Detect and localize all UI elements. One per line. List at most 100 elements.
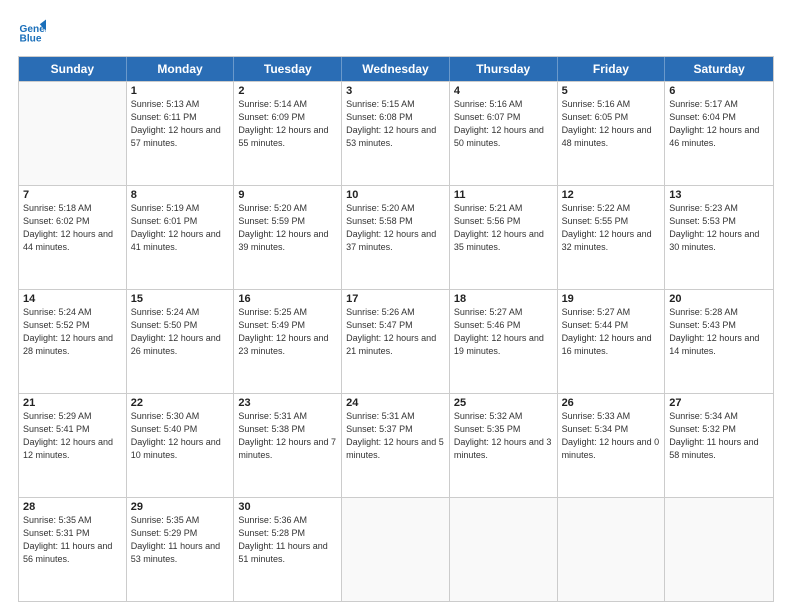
header-day-sunday: Sunday [19, 57, 127, 81]
calendar-row-3: 21Sunrise: 5:29 AMSunset: 5:41 PMDayligh… [19, 393, 773, 497]
day-number: 9 [238, 189, 337, 201]
svg-text:Blue: Blue [20, 33, 42, 44]
sun-info: Sunrise: 5:19 AMSunset: 6:01 PMDaylight:… [131, 202, 230, 254]
day-number: 22 [131, 397, 230, 409]
calendar-cell [450, 498, 558, 601]
sun-info: Sunrise: 5:29 AMSunset: 5:41 PMDaylight:… [23, 410, 122, 462]
sun-info: Sunrise: 5:24 AMSunset: 5:50 PMDaylight:… [131, 306, 230, 358]
sun-info: Sunrise: 5:35 AMSunset: 5:29 PMDaylight:… [131, 514, 230, 566]
day-number: 5 [562, 85, 661, 97]
sun-info: Sunrise: 5:18 AMSunset: 6:02 PMDaylight:… [23, 202, 122, 254]
calendar-cell: 6Sunrise: 5:17 AMSunset: 6:04 PMDaylight… [665, 82, 773, 185]
sun-info: Sunrise: 5:34 AMSunset: 5:32 PMDaylight:… [669, 410, 769, 462]
calendar-cell: 11Sunrise: 5:21 AMSunset: 5:56 PMDayligh… [450, 186, 558, 289]
header-day-friday: Friday [558, 57, 666, 81]
sun-info: Sunrise: 5:30 AMSunset: 5:40 PMDaylight:… [131, 410, 230, 462]
day-number: 28 [23, 501, 122, 513]
sun-info: Sunrise: 5:27 AMSunset: 5:46 PMDaylight:… [454, 306, 553, 358]
sun-info: Sunrise: 5:17 AMSunset: 6:04 PMDaylight:… [669, 98, 769, 150]
day-number: 16 [238, 293, 337, 305]
sun-info: Sunrise: 5:13 AMSunset: 6:11 PMDaylight:… [131, 98, 230, 150]
calendar-row-0: 1Sunrise: 5:13 AMSunset: 6:11 PMDaylight… [19, 81, 773, 185]
sun-info: Sunrise: 5:31 AMSunset: 5:37 PMDaylight:… [346, 410, 445, 462]
sun-info: Sunrise: 5:16 AMSunset: 6:05 PMDaylight:… [562, 98, 661, 150]
calendar-cell: 28Sunrise: 5:35 AMSunset: 5:31 PMDayligh… [19, 498, 127, 601]
sun-info: Sunrise: 5:21 AMSunset: 5:56 PMDaylight:… [454, 202, 553, 254]
calendar-cell [342, 498, 450, 601]
sun-info: Sunrise: 5:14 AMSunset: 6:09 PMDaylight:… [238, 98, 337, 150]
sun-info: Sunrise: 5:24 AMSunset: 5:52 PMDaylight:… [23, 306, 122, 358]
day-number: 27 [669, 397, 769, 409]
calendar-cell: 13Sunrise: 5:23 AMSunset: 5:53 PMDayligh… [665, 186, 773, 289]
sun-info: Sunrise: 5:23 AMSunset: 5:53 PMDaylight:… [669, 202, 769, 254]
header: General Blue [18, 18, 774, 46]
calendar-header: SundayMondayTuesdayWednesdayThursdayFrid… [19, 57, 773, 81]
sun-info: Sunrise: 5:22 AMSunset: 5:55 PMDaylight:… [562, 202, 661, 254]
calendar-cell: 26Sunrise: 5:33 AMSunset: 5:34 PMDayligh… [558, 394, 666, 497]
calendar-cell: 22Sunrise: 5:30 AMSunset: 5:40 PMDayligh… [127, 394, 235, 497]
calendar-cell: 14Sunrise: 5:24 AMSunset: 5:52 PMDayligh… [19, 290, 127, 393]
day-number: 6 [669, 85, 769, 97]
header-day-tuesday: Tuesday [234, 57, 342, 81]
calendar-cell: 4Sunrise: 5:16 AMSunset: 6:07 PMDaylight… [450, 82, 558, 185]
day-number: 10 [346, 189, 445, 201]
day-number: 12 [562, 189, 661, 201]
day-number: 24 [346, 397, 445, 409]
day-number: 18 [454, 293, 553, 305]
day-number: 20 [669, 293, 769, 305]
logo-icon: General Blue [18, 18, 46, 46]
day-number: 2 [238, 85, 337, 97]
logo: General Blue [18, 18, 46, 46]
calendar-cell [19, 82, 127, 185]
calendar-row-1: 7Sunrise: 5:18 AMSunset: 6:02 PMDaylight… [19, 185, 773, 289]
day-number: 21 [23, 397, 122, 409]
calendar-cell: 10Sunrise: 5:20 AMSunset: 5:58 PMDayligh… [342, 186, 450, 289]
calendar-cell: 20Sunrise: 5:28 AMSunset: 5:43 PMDayligh… [665, 290, 773, 393]
header-day-thursday: Thursday [450, 57, 558, 81]
calendar-cell: 24Sunrise: 5:31 AMSunset: 5:37 PMDayligh… [342, 394, 450, 497]
day-number: 11 [454, 189, 553, 201]
calendar: SundayMondayTuesdayWednesdayThursdayFrid… [18, 56, 774, 602]
sun-info: Sunrise: 5:31 AMSunset: 5:38 PMDaylight:… [238, 410, 337, 462]
day-number: 1 [131, 85, 230, 97]
sun-info: Sunrise: 5:16 AMSunset: 6:07 PMDaylight:… [454, 98, 553, 150]
sun-info: Sunrise: 5:36 AMSunset: 5:28 PMDaylight:… [238, 514, 337, 566]
calendar-cell: 16Sunrise: 5:25 AMSunset: 5:49 PMDayligh… [234, 290, 342, 393]
sun-info: Sunrise: 5:26 AMSunset: 5:47 PMDaylight:… [346, 306, 445, 358]
calendar-row-2: 14Sunrise: 5:24 AMSunset: 5:52 PMDayligh… [19, 289, 773, 393]
calendar-cell: 12Sunrise: 5:22 AMSunset: 5:55 PMDayligh… [558, 186, 666, 289]
calendar-cell [558, 498, 666, 601]
calendar-cell: 21Sunrise: 5:29 AMSunset: 5:41 PMDayligh… [19, 394, 127, 497]
calendar-row-4: 28Sunrise: 5:35 AMSunset: 5:31 PMDayligh… [19, 497, 773, 601]
day-number: 4 [454, 85, 553, 97]
calendar-cell: 7Sunrise: 5:18 AMSunset: 6:02 PMDaylight… [19, 186, 127, 289]
calendar-body: 1Sunrise: 5:13 AMSunset: 6:11 PMDaylight… [19, 81, 773, 601]
sun-info: Sunrise: 5:25 AMSunset: 5:49 PMDaylight:… [238, 306, 337, 358]
day-number: 17 [346, 293, 445, 305]
calendar-cell: 18Sunrise: 5:27 AMSunset: 5:46 PMDayligh… [450, 290, 558, 393]
sun-info: Sunrise: 5:20 AMSunset: 5:59 PMDaylight:… [238, 202, 337, 254]
calendar-cell: 23Sunrise: 5:31 AMSunset: 5:38 PMDayligh… [234, 394, 342, 497]
calendar-cell: 27Sunrise: 5:34 AMSunset: 5:32 PMDayligh… [665, 394, 773, 497]
sun-info: Sunrise: 5:32 AMSunset: 5:35 PMDaylight:… [454, 410, 553, 462]
day-number: 14 [23, 293, 122, 305]
calendar-cell: 30Sunrise: 5:36 AMSunset: 5:28 PMDayligh… [234, 498, 342, 601]
sun-info: Sunrise: 5:15 AMSunset: 6:08 PMDaylight:… [346, 98, 445, 150]
day-number: 23 [238, 397, 337, 409]
day-number: 30 [238, 501, 337, 513]
calendar-cell: 8Sunrise: 5:19 AMSunset: 6:01 PMDaylight… [127, 186, 235, 289]
calendar-cell: 17Sunrise: 5:26 AMSunset: 5:47 PMDayligh… [342, 290, 450, 393]
day-number: 8 [131, 189, 230, 201]
day-number: 26 [562, 397, 661, 409]
day-number: 3 [346, 85, 445, 97]
calendar-cell: 5Sunrise: 5:16 AMSunset: 6:05 PMDaylight… [558, 82, 666, 185]
sun-info: Sunrise: 5:27 AMSunset: 5:44 PMDaylight:… [562, 306, 661, 358]
header-day-saturday: Saturday [665, 57, 773, 81]
day-number: 25 [454, 397, 553, 409]
calendar-cell: 3Sunrise: 5:15 AMSunset: 6:08 PMDaylight… [342, 82, 450, 185]
header-day-wednesday: Wednesday [342, 57, 450, 81]
day-number: 7 [23, 189, 122, 201]
calendar-cell: 25Sunrise: 5:32 AMSunset: 5:35 PMDayligh… [450, 394, 558, 497]
day-number: 15 [131, 293, 230, 305]
calendar-cell: 29Sunrise: 5:35 AMSunset: 5:29 PMDayligh… [127, 498, 235, 601]
